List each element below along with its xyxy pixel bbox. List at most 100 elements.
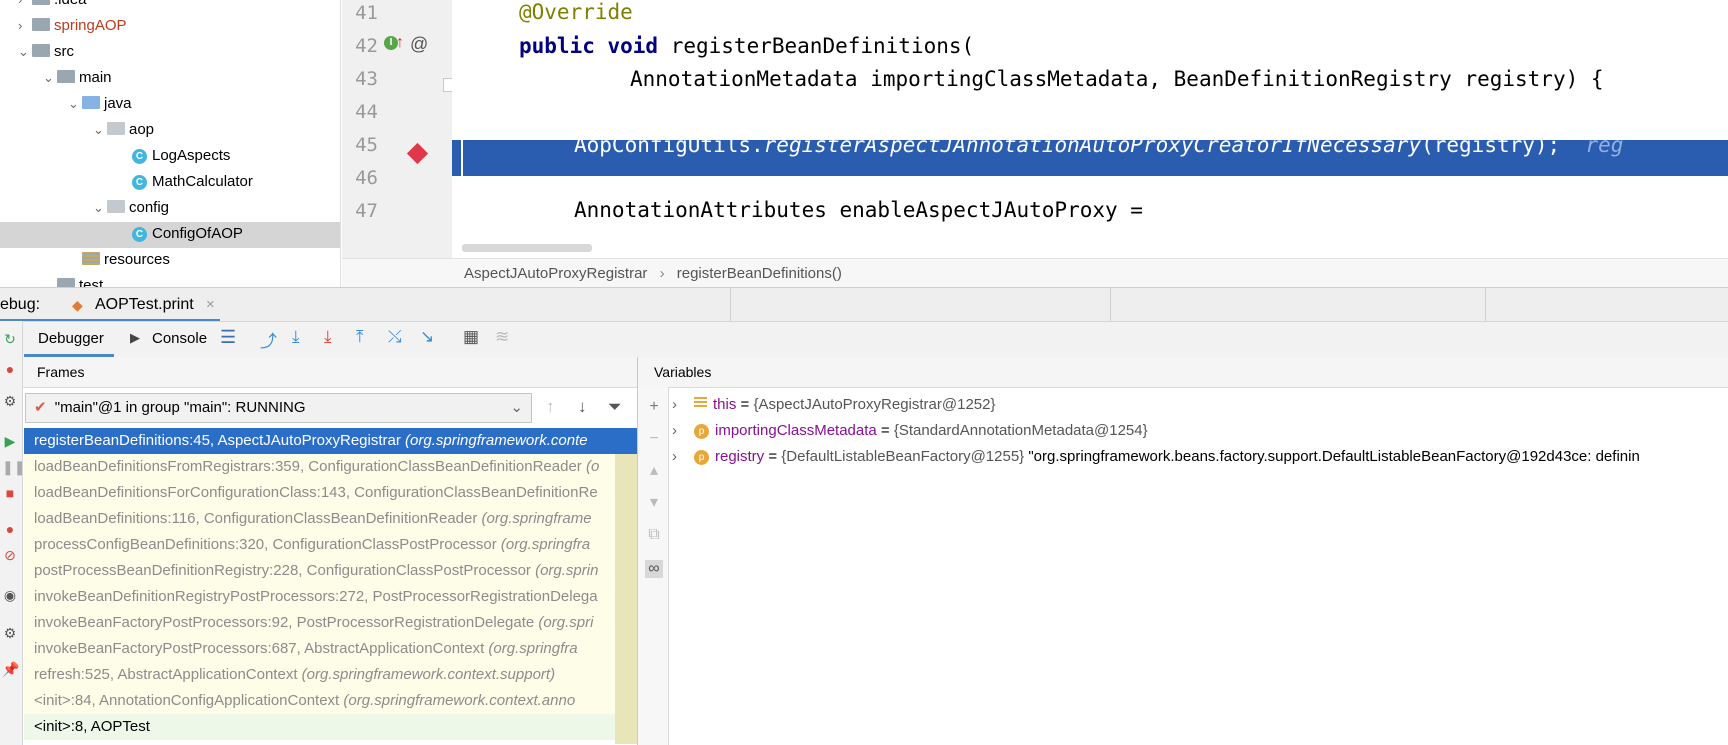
tree-expand-arrow-icon[interactable]: ⌄ — [68, 91, 82, 117]
run-to-cursor-icon[interactable]: ↘ — [420, 327, 434, 347]
pin-tab-icon[interactable]: 📌 — [2, 661, 19, 677]
stack-frame-row[interactable]: invokeBeanFactoryPostProcessors:687, Abs… — [24, 636, 637, 662]
pause-icon[interactable]: ❚❚ — [2, 459, 25, 475]
line-number[interactable]: 45 — [348, 134, 378, 156]
variable-row[interactable]: › p importingClassMetadata = {StandardAnno… — [672, 418, 1148, 444]
line-number[interactable]: 47 — [348, 200, 378, 222]
duplicate-watch-icon[interactable]: ⧉ — [645, 526, 663, 544]
step-into-icon[interactable]: ⤓ — [324, 327, 332, 347]
variable-row[interactable]: › this = {AspectJAutoProxyRegistrar@1252} — [672, 392, 995, 418]
tree-node[interactable]: C LogAspects — [118, 143, 230, 169]
frames-header: Frames — [23, 357, 637, 388]
line-number[interactable]: 43 — [348, 68, 378, 90]
tree-expand-arrow-icon[interactable]: ⌄ — [18, 39, 32, 65]
tree-expand-arrow-icon[interactable]: › — [18, 13, 32, 39]
close-icon[interactable]: × — [206, 288, 215, 322]
breadcrumb-separator: › — [659, 265, 665, 282]
tree-expand-arrow-icon[interactable]: ⌄ — [93, 195, 107, 221]
frame-method: loadBeanDefinitionsFromRegistrars:359, C… — [34, 458, 586, 475]
tree-node[interactable]: › springAOP — [18, 13, 127, 39]
filter-icon[interactable]: ⏷ — [608, 397, 622, 417]
stack-frame-row[interactable]: invokeBeanFactoryPostProcessors:92, Post… — [24, 610, 637, 636]
next-frame-icon[interactable]: ↓ — [578, 397, 587, 417]
horizontal-scrollbar[interactable] — [462, 244, 592, 252]
resume-icon[interactable]: ▶ — [2, 433, 18, 449]
line-number[interactable]: 44 — [348, 101, 378, 123]
stack-frame-row[interactable]: <init>:84, AnnotationConfigApplicationCo… — [24, 688, 637, 714]
code-line-47[interactable]: AnnotationAttributes enableAspectJAutoPr… — [574, 198, 1143, 222]
tree-expand-arrow-icon[interactable]: › — [18, 0, 32, 13]
stop-icon[interactable]: ■ — [2, 485, 18, 501]
tree-node[interactable]: › .idea — [18, 0, 87, 13]
frame-method: <init>:84, AnnotationConfigApplicationCo… — [34, 692, 344, 709]
frame-method: invokeBeanFactoryPostProcessors:92, Post… — [34, 614, 539, 631]
previous-frame-icon[interactable]: ↑ — [546, 397, 555, 417]
stack-frame-row[interactable]: loadBeanDefinitions:116, ConfigurationCl… — [24, 506, 637, 532]
stack-frame-row[interactable]: refresh:525, AbstractApplicationContext … — [24, 662, 637, 688]
evaluate-expression-icon[interactable]: ▦ — [463, 327, 479, 347]
code-line-41[interactable]: @Override — [519, 0, 633, 24]
console-icon: ▶ — [130, 330, 140, 345]
tree-node[interactable]: resources — [68, 247, 170, 273]
tree-node[interactable]: ⌄ aop — [93, 117, 154, 143]
trace-stream-icon[interactable]: ≋ — [495, 327, 509, 347]
console-tab[interactable]: Console — [152, 330, 207, 347]
stack-frame-row[interactable]: loadBeanDefinitionsForConfigurationClass… — [24, 480, 637, 506]
mute-breakpoints-icon[interactable]: ⊘ — [2, 547, 18, 563]
stack-frame-row[interactable]: postProcessBeanDefinitionRegistry:228, C… — [24, 558, 637, 584]
add-watch-icon[interactable]: + — [645, 398, 663, 416]
tree-node[interactable]: ⌄ config — [93, 195, 169, 221]
code-line-42[interactable]: public void registerBeanDefinitions( — [519, 34, 974, 58]
stack-frame-row[interactable]: processConfigBeanDefinitions:320, Config… — [24, 532, 637, 558]
override-up-arrow-icon[interactable]: ↑ — [396, 34, 404, 52]
view-breakpoints-icon[interactable]: ● — [2, 521, 18, 537]
line-number[interactable]: 46 — [348, 167, 378, 189]
get-thread-dump-icon[interactable]: ◉ — [2, 587, 18, 603]
breadcrumb-class[interactable]: AspectJAutoProxyRegistrar — [464, 265, 647, 282]
stack-frame-row[interactable]: <init>:8, AOPTest — [24, 714, 637, 740]
move-down-icon[interactable]: ▾ — [645, 494, 663, 512]
drop-frame-icon[interactable]: ⤯ — [388, 327, 402, 347]
session-tab[interactable]: AOPTest.print — [95, 288, 194, 322]
code-line-43[interactable]: AnnotationMetadata importingClassMetadat… — [630, 67, 1604, 91]
frame-package: (org.springfra — [500, 536, 591, 553]
tree-expand-arrow-icon[interactable]: ⌄ — [43, 65, 57, 91]
remove-watch-icon[interactable]: − — [645, 430, 663, 448]
variables-header: Variables — [638, 357, 1728, 388]
show-execution-point-icon[interactable]: ⤴ — [260, 327, 277, 352]
modify-run-config-icon[interactable]: ● — [2, 361, 18, 377]
threads-menu-icon[interactable]: ☰ — [220, 327, 236, 348]
restore-layout-icon[interactable]: ⚙ — [2, 625, 18, 641]
stack-frame-row[interactable]: registerBeanDefinitions:45, AspectJAutoP… — [24, 428, 637, 454]
expand-arrow-icon[interactable]: › — [672, 444, 694, 470]
variable-row[interactable]: › p registry = {DefaultListableBeanFactory… — [672, 444, 1640, 470]
line-number[interactable]: 42 — [348, 35, 378, 57]
expand-arrow-icon[interactable]: › — [672, 392, 694, 418]
debug-label: ebug: — [0, 296, 41, 313]
rerun-icon[interactable]: ↻ — [2, 331, 18, 347]
resources-folder-icon — [82, 252, 100, 265]
stack-frame-row[interactable]: loadBeanDefinitionsFromRegistrars:359, C… — [24, 454, 637, 480]
stack-frame-row[interactable]: invokeBeanDefinitionRegistryPostProcesso… — [24, 584, 637, 610]
tree-node[interactable]: C ConfigOfAOP — [118, 221, 243, 247]
variable-tostring: "org.springframework.beans.factory.suppo… — [1024, 448, 1640, 465]
tree-node[interactable]: ⌄ src — [18, 39, 74, 65]
frame-method: postProcessBeanDefinitionRegistry:228, C… — [34, 562, 536, 579]
step-out-icon[interactable]: ⤒ — [356, 327, 364, 347]
step-over-icon[interactable]: ⤓ — [292, 327, 300, 347]
debugger-tab[interactable]: Debugger — [38, 330, 104, 347]
tree-expand-arrow-icon[interactable]: ⌄ — [93, 117, 107, 143]
tree-node[interactable]: C MathCalculator — [118, 169, 253, 195]
tree-node-label: resources — [104, 251, 170, 268]
breadcrumb-method[interactable]: registerBeanDefinitions() — [677, 265, 842, 282]
expand-arrow-icon[interactable]: › — [672, 418, 694, 444]
thread-selector[interactable]: ✔ "main"@1 in group "main": RUNNING ⌄ — [25, 393, 532, 423]
code-line-45[interactable]: AopConfigUtils.registerAspectJAnnotation… — [574, 133, 1623, 157]
annotation-at-icon[interactable]: @ — [410, 34, 428, 55]
tree-node[interactable]: ⌄ java — [68, 91, 132, 117]
show-watches-icon[interactable]: ∞ — [645, 560, 663, 578]
tree-node[interactable]: ⌄ main — [43, 65, 112, 91]
line-number[interactable]: 41 — [348, 2, 378, 24]
settings-icon[interactable]: ⚙ — [2, 393, 18, 409]
move-up-icon[interactable]: ▴ — [645, 462, 663, 480]
